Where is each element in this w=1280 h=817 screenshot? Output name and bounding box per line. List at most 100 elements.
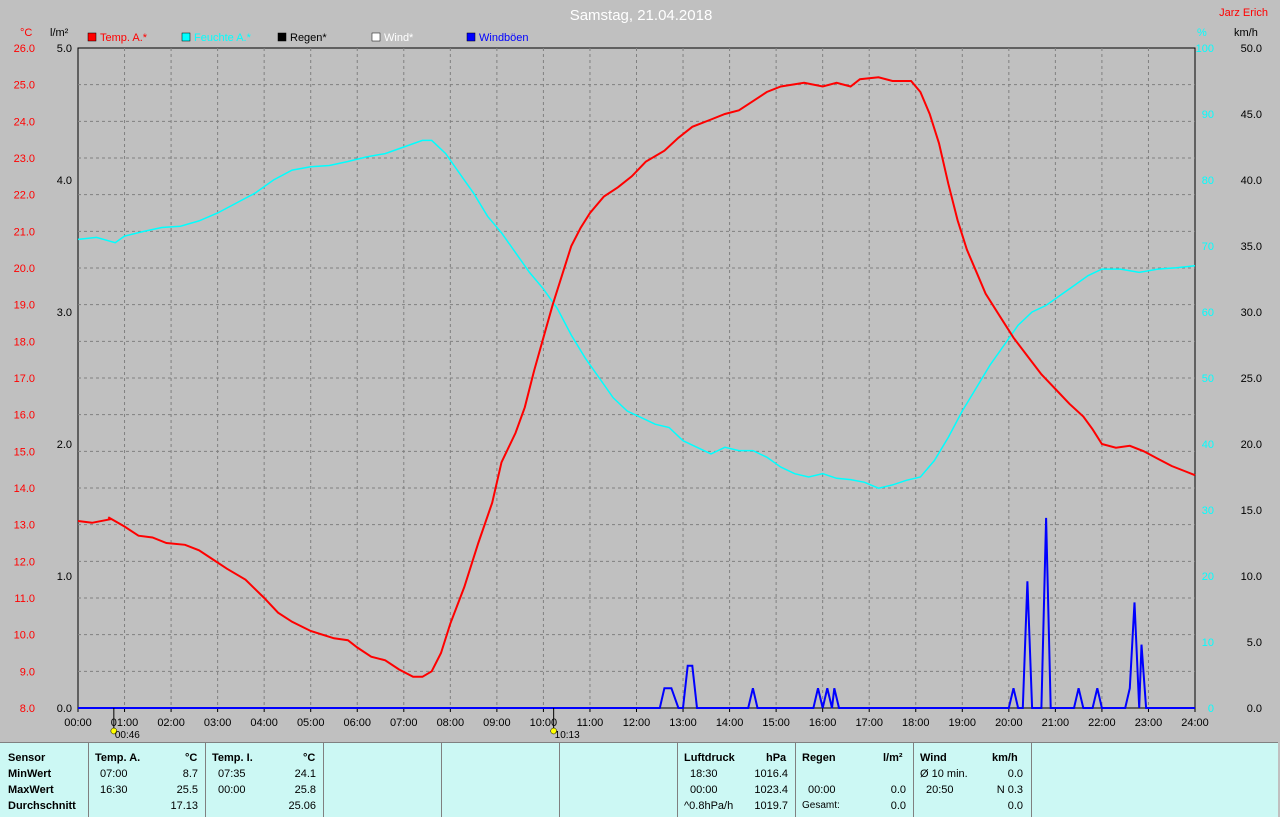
pressure-max: 1023.4 [754, 784, 788, 796]
divider [677, 743, 678, 817]
temp-tick-label: 21.0 [14, 226, 35, 238]
temp-tick-label: 9.0 [20, 666, 35, 678]
humidity-tick-label: 100 [1196, 43, 1214, 55]
legend-label: Wind* [384, 32, 414, 44]
temp-tick-label: 23.0 [14, 153, 35, 165]
wind-min: 0.0 [1007, 768, 1023, 780]
rain-total: 0.0 [890, 800, 906, 812]
humidity-tick-label: 0 [1208, 703, 1214, 715]
time-tick-label: 05:00 [297, 717, 325, 729]
legend-swatch [181, 32, 191, 42]
wind-unit: km/h [992, 752, 1018, 764]
temp-tick-label: 13.0 [14, 520, 35, 532]
time-tick-label: 21:00 [1042, 717, 1070, 729]
hum-axis-unit: % [1197, 27, 1207, 39]
temp-a-unit: °C [185, 752, 198, 764]
sun-mark-label: 00:46 [115, 730, 140, 741]
time-tick-label: 13:00 [669, 717, 697, 729]
divider [323, 743, 324, 817]
rain-tick-label: 5.0 [57, 43, 72, 55]
rain-tick-label: 4.0 [57, 175, 72, 187]
pressure-min-time: 18:30 [690, 768, 718, 780]
divider [88, 743, 89, 817]
time-tick-label: 09:00 [483, 717, 511, 729]
temp-a-min-time: 07:00 [100, 768, 128, 780]
temp-axis-unit: °C [20, 27, 32, 39]
time-tick-label: 18:00 [902, 717, 930, 729]
legend-swatch [87, 32, 97, 42]
summary-panel: Sensor MinWert MaxWert Durchschnitt Temp… [0, 742, 1278, 817]
minwert-label: MinWert [8, 768, 52, 780]
rain-tick-label: 1.0 [57, 571, 72, 583]
temp-a-title: Temp. A. [95, 752, 141, 764]
wind-title: Wind [920, 752, 947, 764]
humidity-tick-label: 40 [1202, 439, 1214, 451]
wind-tick-label: 50.0 [1241, 43, 1262, 55]
temp-tick-label: 16.0 [14, 410, 35, 422]
rain-tick-label: 3.0 [57, 307, 72, 319]
humidity-tick-label: 50 [1202, 373, 1214, 385]
divider [559, 743, 560, 817]
divider [795, 743, 796, 817]
humidity-tick-label: 90 [1202, 109, 1214, 121]
time-tick-label: 12:00 [623, 717, 651, 729]
time-tick-label: 16:00 [809, 717, 837, 729]
station-label: Jarz Erich [1219, 7, 1268, 19]
temp-tick-label: 26.0 [14, 43, 35, 55]
temp-tick-label: 18.0 [14, 336, 35, 348]
time-tick-label: 04:00 [250, 717, 278, 729]
temp-tick-label: 12.0 [14, 556, 35, 568]
temp-i-avg: 25.06 [288, 800, 316, 812]
wind-tick-label: 40.0 [1241, 175, 1262, 187]
temp-tick-label: 8.0 [20, 703, 35, 715]
time-tick-label: 23:00 [1135, 717, 1163, 729]
wind-tick-label: 5.0 [1247, 637, 1262, 649]
time-tick-label: 19:00 [949, 717, 977, 729]
wind-tick-label: 0.0 [1247, 703, 1262, 715]
time-tick-label: 00:00 [64, 717, 92, 729]
pressure-trend: ^0.8hPa/h [684, 800, 734, 812]
divider [441, 743, 442, 817]
temp-tick-label: 14.0 [14, 483, 35, 495]
temp-i-min: 24.1 [294, 768, 316, 780]
legend-label: Windböen [479, 32, 529, 44]
divider [205, 743, 206, 817]
temp-tick-label: 22.0 [14, 190, 35, 202]
rain-max-time: 00:00 [808, 784, 836, 796]
temp-tick-label: 17.0 [14, 373, 35, 385]
divider [913, 743, 914, 817]
wind-avg: 0.0 [1007, 800, 1023, 812]
wind-min-label: Ø 10 min. [920, 768, 968, 780]
wind-tick-label: 35.0 [1241, 241, 1262, 253]
wind-tick-label: 30.0 [1241, 307, 1262, 319]
temp-tick-label: 10.0 [14, 630, 35, 642]
rain-tick-label: 0.0 [57, 703, 72, 715]
wind-tick-label: 15.0 [1241, 505, 1262, 517]
temp-tick-label: 24.0 [14, 116, 35, 128]
rain-axis-unit: l/m² [50, 27, 69, 39]
humidity-tick-label: 30 [1202, 505, 1214, 517]
humidity-tick-label: 60 [1202, 307, 1214, 319]
wind-tick-label: 20.0 [1241, 439, 1262, 451]
time-tick-label: 20:00 [995, 717, 1023, 729]
temp-i-title: Temp. I. [212, 752, 253, 764]
temp-i-unit: °C [303, 752, 316, 764]
temp-tick-label: 11.0 [14, 593, 35, 605]
pressure-max-time: 00:00 [690, 784, 718, 796]
wind-tick-label: 10.0 [1241, 571, 1262, 583]
time-tick-label: 07:00 [390, 717, 418, 729]
divider [1031, 743, 1032, 817]
wind-max: N 0.3 [996, 784, 1023, 796]
temp-tick-label: 15.0 [14, 446, 35, 458]
time-tick-label: 06:00 [343, 717, 371, 729]
legend-swatch [466, 32, 476, 42]
time-tick-label: 02:00 [157, 717, 185, 729]
pressure-min: 1016.4 [754, 768, 788, 780]
time-tick-label: 03:00 [204, 717, 232, 729]
wind-axis-unit: km/h [1234, 27, 1258, 39]
time-tick-label: 11:00 [577, 717, 604, 729]
pressure-avg: 1019.7 [754, 800, 788, 812]
pressure-unit: hPa [766, 752, 787, 764]
rain-max: 0.0 [890, 784, 906, 796]
time-tick-label: 17:00 [855, 717, 883, 729]
